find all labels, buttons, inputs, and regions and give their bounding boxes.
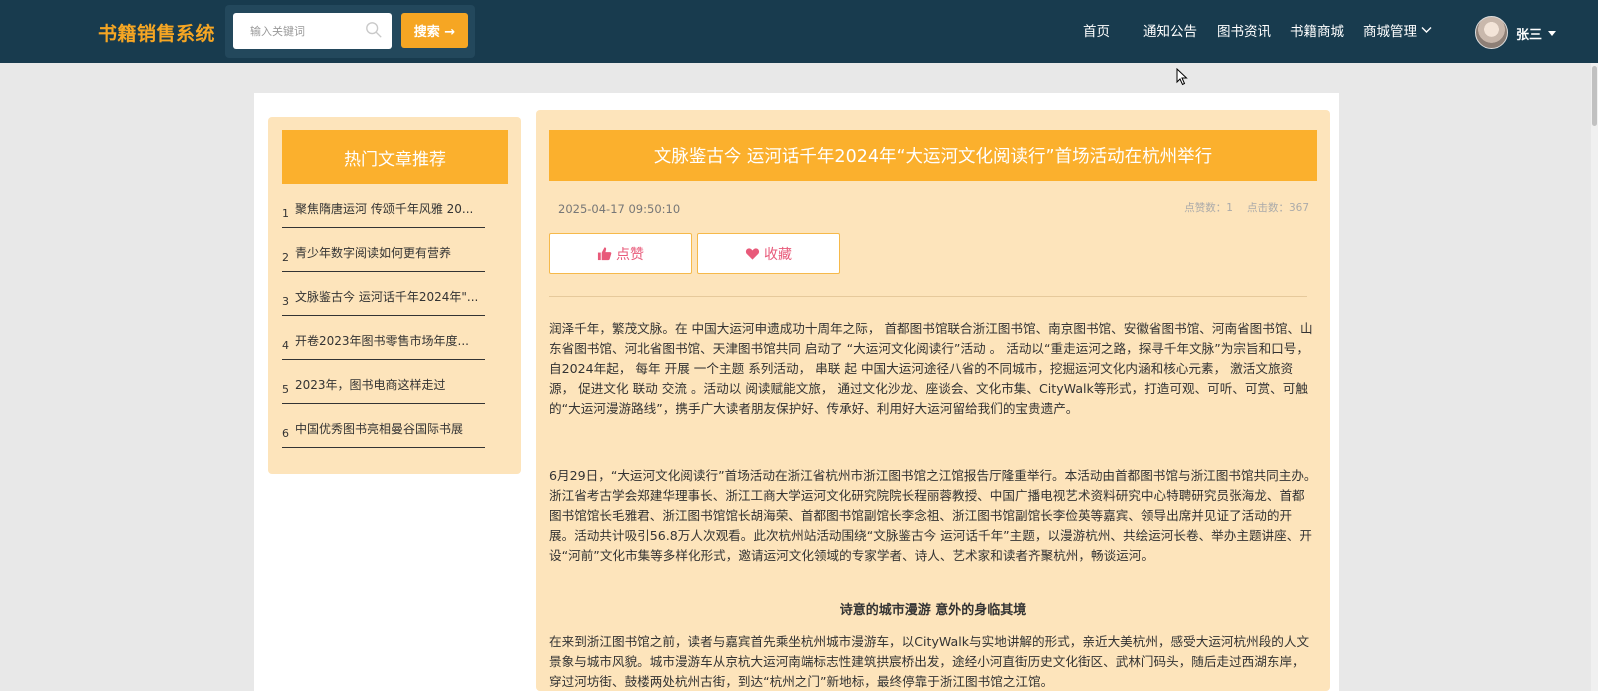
favorite-button[interactable]: 收藏: [697, 233, 840, 274]
search-icon[interactable]: [365, 21, 383, 39]
site-logo[interactable]: 书籍销售系统: [98, 19, 215, 46]
hot-article-link[interactable]: 中国优秀图书亮相曼谷国际书展: [295, 420, 480, 437]
article-paragraph-2: 6月29日，“大运河文化阅读行”首场活动在浙江省杭州市浙江图书馆之江馆报告厅隆重…: [549, 468, 1317, 563]
hot-article-number: 4: [282, 339, 289, 352]
hot-article-number: 2: [282, 251, 289, 264]
click-count: 点击数：367: [1246, 202, 1309, 214]
top-navbar: 书籍销售系统 搜索 → 首页 通知公告 图书资讯 书籍商城 商城管理 张三: [0, 0, 1598, 63]
like-button-label: 点赞: [616, 246, 644, 263]
heart-icon: [745, 248, 760, 260]
hot-article-number: 1: [282, 207, 289, 220]
thumbs-up-icon: [597, 247, 612, 261]
nav-book-mall[interactable]: 书籍商城: [1290, 20, 1344, 40]
hot-article-item[interactable]: 2 青少年数字阅读如何更有营养: [282, 228, 485, 272]
user-avatar[interactable]: [1475, 16, 1508, 49]
article-paragraph-1: 润泽千年，繁茂文脉。在 中国大运河申遗成功十周年之际， 首都图书馆联合浙江图书馆…: [549, 321, 1313, 416]
nav-book-news[interactable]: 图书资讯: [1217, 20, 1271, 40]
article-subheading: 诗意的城市漫游 意外的身临其境: [839, 603, 1027, 618]
nav-home[interactable]: 首页: [1083, 20, 1110, 40]
article-stats: 点赞数：1 点击数：367: [1184, 200, 1309, 215]
article-title: 文脉鉴古今 运河话千年2024年“大运河文化阅读行”首场活动在杭州举行: [549, 130, 1317, 181]
article-paragraph-3: 在来到浙江图书馆之前，读者与嘉宾首先乘坐杭州城市漫游车，以CityWalk与实地…: [549, 634, 1310, 689]
favorite-button-label: 收藏: [764, 246, 792, 263]
nav-mall-management-label: 商城管理: [1363, 24, 1417, 40]
nav-mall-management[interactable]: 商城管理: [1363, 20, 1432, 40]
hot-article-link[interactable]: 2023年，图书电商这样走过: [295, 376, 480, 393]
search-button[interactable]: 搜索 →: [401, 13, 468, 48]
hot-article-number: 3: [282, 295, 289, 308]
hot-article-link[interactable]: 青少年数字阅读如何更有营养: [295, 244, 480, 261]
article-divider: [549, 296, 1307, 297]
hot-article-number: 5: [282, 383, 289, 396]
hot-article-link[interactable]: 聚焦隋唐运河 传颂千年风雅 20...: [295, 200, 480, 217]
hot-article-item[interactable]: 5 2023年，图书电商这样走过: [282, 360, 485, 404]
nav-notices[interactable]: 通知公告: [1143, 20, 1197, 40]
hot-article-number: 6: [282, 427, 289, 440]
like-button[interactable]: 点赞: [549, 233, 692, 274]
hot-article-link[interactable]: 开卷2023年图书零售市场年度...: [295, 332, 480, 349]
hot-article-item[interactable]: 3 文脉鉴古今 运河话千年2024年"...: [282, 272, 485, 316]
mouse-cursor-icon: [1176, 68, 1188, 86]
hot-article-link[interactable]: 文脉鉴古今 运河话千年2024年"...: [295, 288, 480, 305]
page-scrollbar-thumb[interactable]: [1592, 66, 1597, 126]
hot-article-item[interactable]: 6 中国优秀图书亮相曼谷国际书展: [282, 404, 485, 448]
caret-down-icon: [1548, 31, 1557, 36]
hot-article-item[interactable]: 1 聚焦隋唐运河 传颂千年风雅 20...: [282, 184, 485, 228]
page-scrollbar[interactable]: [1591, 63, 1598, 691]
hot-article-item[interactable]: 4 开卷2023年图书零售市场年度...: [282, 316, 485, 360]
chevron-down-icon: [1421, 27, 1432, 33]
user-menu[interactable]: 张三: [1516, 24, 1557, 43]
username-label: 张三: [1516, 28, 1543, 43]
hot-articles-title: 热门文章推荐: [282, 130, 508, 184]
like-count: 点赞数：1: [1184, 202, 1233, 214]
article-date: 2025-04-17 09:50:10: [558, 202, 681, 216]
